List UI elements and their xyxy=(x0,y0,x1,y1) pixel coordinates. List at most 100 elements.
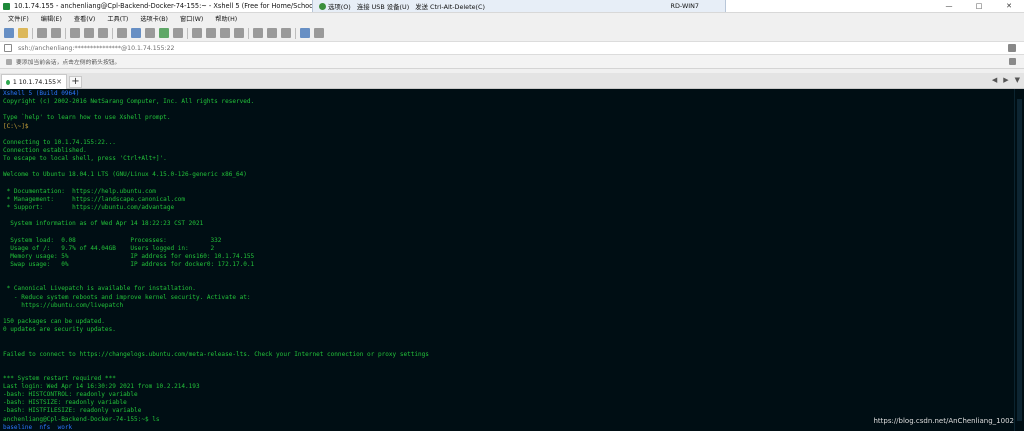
terminal-line: * Canonical Livepatch is available for i… xyxy=(3,285,196,293)
terminal-pane[interactable]: Xshell 5 (Build 0964) Copyright (c) 2002-… xyxy=(0,89,1024,431)
terminal-line: - Reduce system reboots and improve kern… xyxy=(3,293,251,301)
vm-usb-menu[interactable]: 连接 USB 设备(U) xyxy=(357,2,409,11)
vm-control-bar: 选项(O) 连接 USB 设备(U) 发送 Ctrl-Alt-Delete(C)… xyxy=(312,0,726,12)
terminal-line: Failed to connect to https://changelogs.… xyxy=(3,350,429,358)
dropdown-icon[interactable] xyxy=(314,28,324,38)
new-tab-button[interactable]: + xyxy=(69,76,82,88)
toolbar-separator xyxy=(112,27,113,39)
terminal-line: anchenliang@Cpl-Backend-Docker-74-155:~$… xyxy=(3,415,160,423)
hint-menu-icon[interactable] xyxy=(1009,58,1016,65)
find-icon[interactable] xyxy=(98,28,108,38)
reconnect-icon[interactable] xyxy=(37,28,47,38)
disconnect-icon[interactable] xyxy=(51,28,61,38)
terminal-line: Type `help' to learn how to use Xshell p… xyxy=(3,114,171,122)
address-field[interactable]: ssh://anchenliang:***************@10.1.7… xyxy=(18,45,175,52)
terminal-line: -bash: HISTFILESIZE: readonly variable xyxy=(3,407,142,415)
terminal-output: Xshell 5 (Build 0964) Copyright (c) 2002-… xyxy=(3,90,1013,431)
help-icon[interactable] xyxy=(300,28,310,38)
toolbar-separator xyxy=(32,27,33,39)
vm-options-menu[interactable]: 选项(O) xyxy=(319,2,351,11)
open-folder-icon[interactable] xyxy=(18,28,28,38)
vm-cad-label: 发送 Ctrl-Alt-Delete(C) xyxy=(415,2,485,11)
menu-tools[interactable]: 工具(T) xyxy=(103,14,132,23)
minimize-button[interactable]: — xyxy=(934,0,964,12)
terminal-line: 150 packages can be updated. xyxy=(3,317,105,325)
menu-edit[interactable]: 编辑(E) xyxy=(37,14,66,23)
layout-icon[interactable] xyxy=(281,28,291,38)
terminal-line: Xshell 5 (Build 0964) xyxy=(3,90,80,97)
tab-bar: 1 10.1.74.155 ✕ + ◀ ▶ ▼ xyxy=(0,73,1024,89)
hint-bar: 要添加当前会话，点击左侧的箭头按钮。 xyxy=(0,55,1024,69)
info-icon xyxy=(6,58,12,65)
terminal-line: System load: 0.08 Processes: 332 xyxy=(3,236,222,244)
terminal-line: Swap usage: 0% IP address for docker0: 1… xyxy=(3,260,255,268)
toolbar-separator xyxy=(248,27,249,39)
tab-close-icon[interactable]: ✕ xyxy=(56,78,62,86)
toolbar-separator xyxy=(187,27,188,39)
terminal-scrollbar[interactable] xyxy=(1014,89,1024,431)
terminal-line: https://ubuntu.com/livepatch xyxy=(3,301,124,309)
maximize-button[interactable]: □ xyxy=(964,0,994,12)
terminal-line: -bash: HISTCONTROL: readonly variable xyxy=(3,391,138,399)
transfer-icon[interactable] xyxy=(234,28,244,38)
tab-list-icon[interactable]: ▼ xyxy=(1015,76,1020,84)
tab-session-1[interactable]: 1 10.1.74.155 ✕ xyxy=(1,74,67,89)
address-bar: ssh://anchenliang:***************@10.1.7… xyxy=(0,42,1024,55)
new-session-icon[interactable] xyxy=(4,28,14,38)
xftp-icon[interactable] xyxy=(192,28,202,38)
hint-text: 要添加当前会话，点击左侧的箭头按钮。 xyxy=(16,60,121,66)
terminal-line: Connection established. xyxy=(3,146,87,154)
terminal-line: * Documentation: https://help.ubuntu.com xyxy=(3,187,156,195)
properties-icon[interactable] xyxy=(117,28,127,38)
tab-navigation: ◀ ▶ ▼ xyxy=(992,76,1020,84)
tunnel-icon[interactable] xyxy=(206,28,216,38)
toolbar-separator xyxy=(295,27,296,39)
copy-icon[interactable] xyxy=(70,28,80,38)
toolbar xyxy=(0,25,1024,42)
terminal-line: *** System restart required *** xyxy=(3,374,116,382)
menu-tabs[interactable]: 选项卡(B) xyxy=(136,14,172,23)
lock-icon[interactable] xyxy=(220,28,230,38)
menu-bar: 文件(F) 编辑(E) 查看(V) 工具(T) 选项卡(B) 窗口(W) 帮助(… xyxy=(0,13,1024,24)
connected-status-icon xyxy=(6,79,10,85)
terminal-line: Usage of /: 9.7% of 44.04GB Users logged… xyxy=(3,244,215,252)
menu-help[interactable]: 帮助(H) xyxy=(211,14,241,23)
keyboard-icon[interactable] xyxy=(253,28,263,38)
xshell-app-icon xyxy=(3,2,10,10)
window-controls: — □ ✕ xyxy=(934,0,1024,12)
terminal-line: Last login: Wed Apr 14 16:30:29 2021 fro… xyxy=(3,383,200,391)
font-icon[interactable] xyxy=(145,28,155,38)
terminal-line: Connecting to 10.1.74.155:22... xyxy=(3,138,116,146)
terminal-line: * Support: https://ubuntu.com/advantage xyxy=(3,203,175,211)
toolbar-separator xyxy=(65,27,66,39)
close-button[interactable]: ✕ xyxy=(994,0,1024,12)
address-go-icon[interactable] xyxy=(1008,44,1016,52)
terminal-line: 0 updates are security updates. xyxy=(3,326,116,334)
fullscreen-icon[interactable] xyxy=(173,28,183,38)
vm-ctrl-alt-del-button[interactable]: 发送 Ctrl-Alt-Delete(C) xyxy=(415,2,485,11)
compose-icon[interactable] xyxy=(267,28,277,38)
terminal-line: To escape to local shell, press 'Ctrl+Al… xyxy=(3,155,167,163)
tab-scroll-left-icon[interactable]: ◀ xyxy=(992,76,997,84)
menu-window[interactable]: 窗口(W) xyxy=(176,14,207,23)
scrollbar-thumb[interactable] xyxy=(1017,99,1022,421)
tab-scroll-right-icon[interactable]: ▶ xyxy=(1003,76,1008,84)
tab-label: 1 10.1.74.155 xyxy=(12,78,57,86)
vm-options-label: 选项(O) xyxy=(328,2,351,11)
color-scheme-icon[interactable] xyxy=(159,28,169,38)
globe-icon[interactable] xyxy=(131,28,141,38)
terminal-line: baseline nfs work xyxy=(3,423,73,431)
menu-file[interactable]: 文件(F) xyxy=(4,14,33,23)
watermark: https://blog.csdn.net/AnChenliang_1002 xyxy=(873,417,1014,425)
terminal-line: * Management: https://landscape.canonica… xyxy=(3,195,186,203)
menu-view[interactable]: 查看(V) xyxy=(70,14,99,23)
paste-icon[interactable] xyxy=(84,28,94,38)
